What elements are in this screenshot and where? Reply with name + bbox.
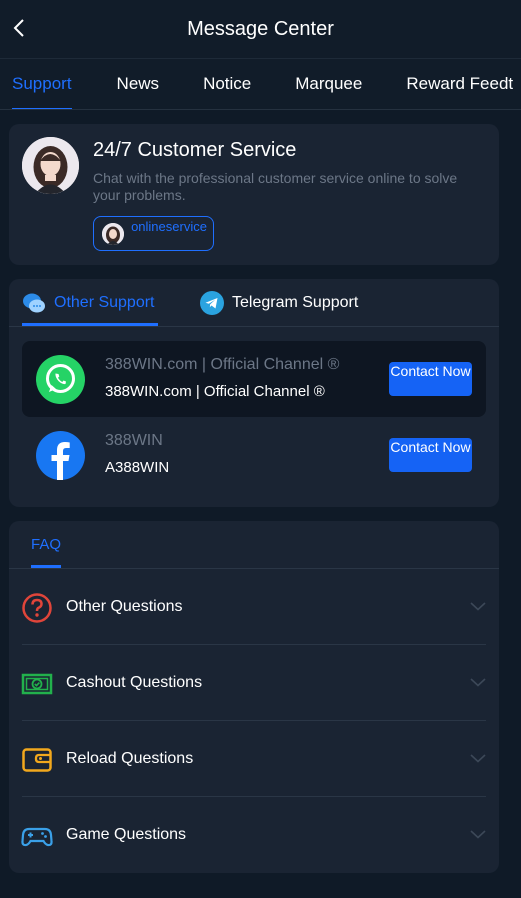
tab-support[interactable]: Support — [12, 74, 72, 109]
page-title: Message Center — [187, 17, 334, 40]
channel-name: 388WIN — [105, 432, 163, 449]
support-channel-row: 388WIN.com | Official Channel ® 388WIN.c… — [22, 341, 486, 417]
online-service-label: onlineservice — [131, 219, 207, 234]
cash-icon — [21, 673, 53, 695]
question-icon — [22, 593, 52, 623]
faq-item-label: Cashout Questions — [66, 674, 203, 691]
agent-avatar — [22, 137, 79, 194]
tab-telegram-support[interactable]: Telegram Support — [200, 291, 358, 315]
faq-item-cashout-questions[interactable]: Cashout Questions — [9, 645, 499, 721]
customer-service-card: 24/7 Customer Service Chat with the prof… — [9, 124, 499, 265]
chat-bubbles-icon — [23, 293, 45, 313]
contact-now-button[interactable]: Contact Now — [389, 438, 472, 472]
chevron-down-icon — [470, 830, 486, 839]
tab-telegram-support-label: Telegram Support — [232, 294, 359, 311]
support-tabs: Other Support Telegram Support — [9, 279, 499, 327]
message-tabs: Support News Notice Marquee Reward Feedt — [0, 58, 521, 110]
back-arrow-icon[interactable] — [8, 16, 32, 40]
support-card: Other Support Telegram Support 388WIN.co… — [9, 279, 499, 507]
chevron-down-icon — [470, 754, 486, 763]
tab-notice[interactable]: Notice — [203, 74, 251, 94]
support-tab-underline — [22, 323, 158, 326]
gamepad-icon — [21, 827, 53, 847]
chevron-down-icon — [470, 602, 486, 611]
customer-service-description: Chat with the professional customer serv… — [93, 170, 458, 203]
tab-other-support[interactable]: Other Support — [22, 291, 155, 315]
online-service-button[interactable]: onlineservice — [93, 216, 214, 251]
top-bar: Message Center — [0, 0, 521, 58]
whatsapp-icon — [36, 355, 85, 404]
faq-header: FAQ — [9, 521, 499, 569]
tab-marquee[interactable]: Marquee — [295, 74, 362, 94]
faq-item-label: Game Questions — [66, 826, 187, 843]
faq-item-label: Other Questions — [66, 598, 183, 615]
tab-reward-feedback[interactable]: Reward Feedt — [406, 74, 513, 94]
support-channel-row: 388WIN A388WIN Contact Now — [22, 417, 486, 493]
channel-handle: 388WIN.com | Official Channel ® — [105, 383, 325, 400]
faq-item-reload-questions[interactable]: Reload Questions — [9, 721, 499, 797]
contact-now-button[interactable]: Contact Now — [389, 362, 472, 396]
tab-faq[interactable]: FAQ — [31, 536, 61, 553]
chevron-down-icon — [470, 678, 486, 687]
tab-news[interactable]: News — [117, 74, 160, 94]
channel-name: 388WIN.com | Official Channel ® — [105, 356, 340, 373]
faq-item-label: Reload Questions — [66, 750, 194, 767]
agent-mini-avatar — [102, 223, 124, 245]
customer-service-title: 24/7 Customer Service — [93, 139, 297, 161]
telegram-icon — [200, 291, 224, 315]
faq-card: FAQ Other Questions Cashout Questions Re… — [9, 521, 499, 873]
faq-item-game-questions[interactable]: Game Questions — [9, 797, 499, 873]
faq-tab-underline — [31, 565, 61, 568]
faq-item-other-questions[interactable]: Other Questions — [9, 569, 499, 645]
channel-handle: A388WIN — [105, 459, 170, 476]
tab-other-support-label: Other Support — [54, 294, 155, 311]
facebook-icon — [36, 431, 85, 480]
wallet-icon — [22, 748, 52, 772]
